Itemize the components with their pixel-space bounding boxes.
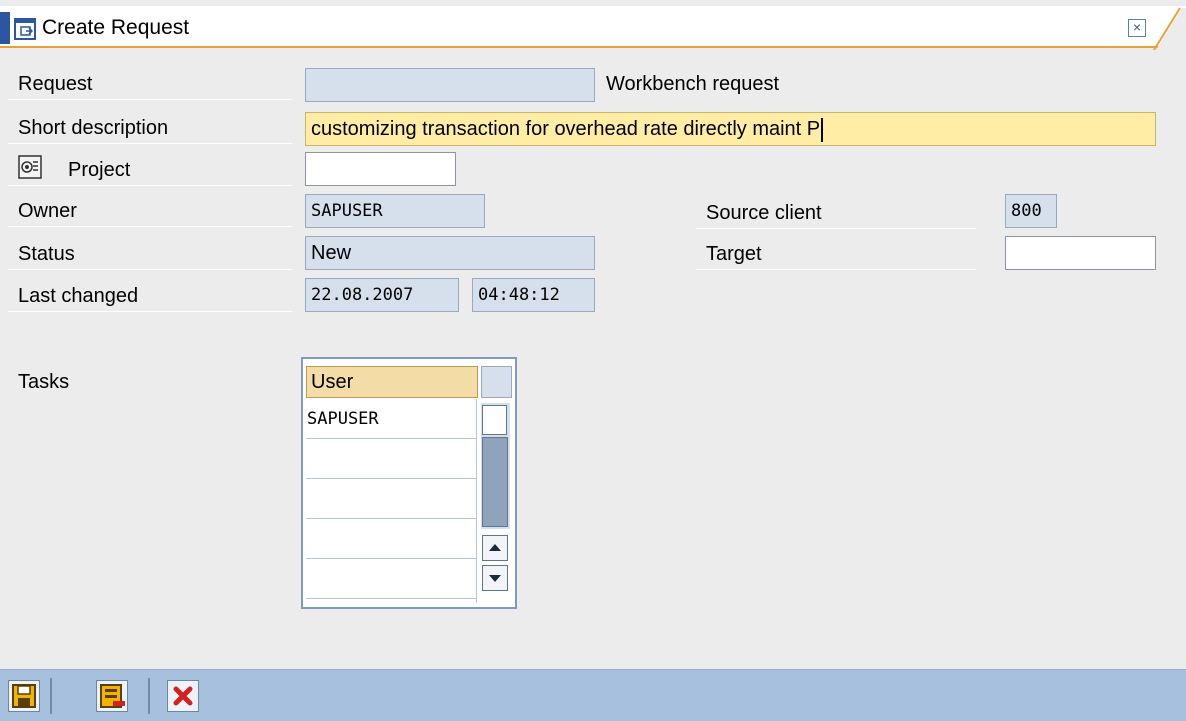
owner-field: SAPUSER [305,194,485,228]
request-label: Request [18,73,93,95]
owner-label: Owner [18,200,77,222]
tasks-table: User SAPUSER [301,357,517,609]
select-all-button[interactable] [481,366,512,398]
save-icon [12,684,36,708]
source-client-label: Source client [706,202,822,224]
toolbar-separator [148,678,150,714]
text-cursor [821,117,824,142]
short-description-value: customizing transaction for overhead rat… [311,118,821,140]
row-selector[interactable] [482,405,507,435]
cancel-button[interactable] [167,680,199,712]
last-changed-date: 22.08.2007 [305,278,459,312]
dialog-title-bar: Create Request × [0,0,1186,50]
last-changed-time: 04:48:12 [472,278,595,312]
table-row[interactable]: SAPUSER [306,399,476,439]
source-client-field: 800 [1005,194,1057,228]
create-request-icon [14,18,36,40]
window-top-strip [0,0,1186,6]
close-button[interactable]: × [1128,19,1146,37]
scroll-up-button[interactable] [482,535,508,561]
column-divider [476,399,477,603]
own-requests-button[interactable] [96,680,128,712]
dialog-title: Create Request [42,16,190,39]
project-input[interactable] [305,152,456,186]
table-row[interactable] [306,559,476,599]
toolbar-separator [50,678,52,714]
project-label-row [8,154,292,186]
target-input[interactable] [1005,236,1156,270]
tasks-label: Tasks [18,371,70,393]
status-field: New [305,236,595,270]
target-label: Target [706,243,762,265]
short-description-label: Short description [18,117,169,139]
short-description-input[interactable]: customizing transaction for overhead rat… [305,112,1156,146]
project-label: Project [68,159,131,181]
arrow-down-icon [489,575,501,582]
project-icon[interactable] [18,155,42,179]
arrow-up-icon [489,544,501,551]
last-changed-label: Last changed [18,285,139,307]
own-requests-icon [100,684,125,708]
title-accent [0,12,10,44]
scroll-down-button[interactable] [482,565,508,591]
corner-decoration [1153,7,1186,50]
scrollbar-thumb[interactable] [482,437,508,527]
table-row[interactable] [306,479,476,519]
request-type-text: Workbench request [606,73,780,95]
save-button[interactable] [8,680,40,712]
status-label: Status [18,243,75,265]
close-icon: × [1132,19,1142,35]
request-field[interactable] [305,68,595,102]
table-row[interactable] [306,519,476,559]
cancel-icon [173,686,193,706]
user-column-header[interactable]: User [306,366,478,398]
table-row[interactable] [306,439,476,479]
bottom-toolbar [0,669,1186,721]
